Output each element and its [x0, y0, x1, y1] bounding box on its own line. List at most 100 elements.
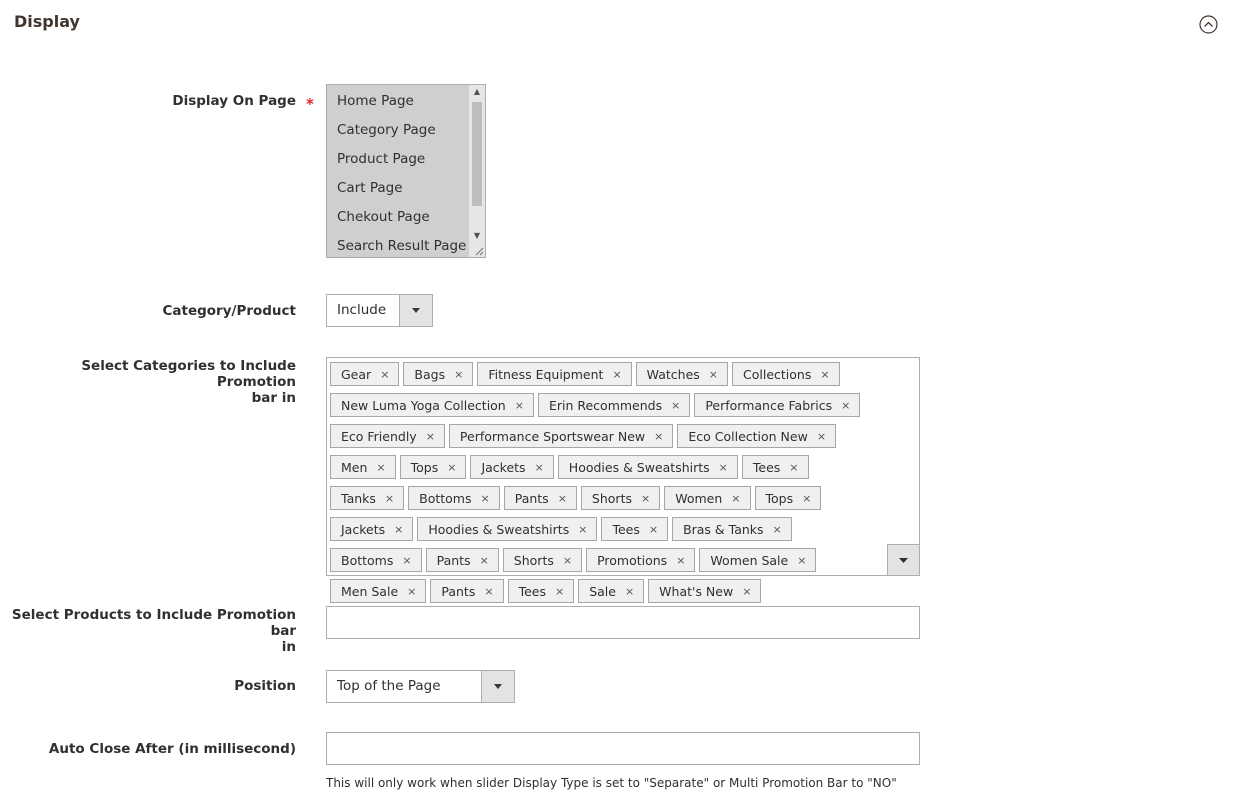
category-tag: Eco Collection New ×: [677, 424, 837, 448]
remove-tag-icon[interactable]: ×: [558, 492, 567, 505]
remove-tag-icon[interactable]: ×: [802, 492, 811, 505]
section-title: Display: [14, 12, 80, 31]
category-tag: Bags ×: [403, 362, 474, 386]
remove-tag-icon[interactable]: ×: [742, 585, 751, 598]
remove-tag-icon[interactable]: ×: [841, 399, 850, 412]
select-products-input[interactable]: [326, 606, 920, 639]
scrollbar-thumb[interactable]: [472, 102, 482, 206]
caret-down-icon: [412, 308, 420, 313]
remove-tag-icon[interactable]: ×: [447, 461, 456, 474]
remove-tag-icon[interactable]: ×: [407, 585, 416, 598]
category-tag: Performance Fabrics ×: [694, 393, 861, 417]
option-home-page[interactable]: Home Page: [337, 92, 414, 110]
remove-tag-icon[interactable]: ×: [454, 368, 463, 381]
category-tag-label: Watches: [646, 366, 700, 382]
remove-tag-icon[interactable]: ×: [515, 399, 524, 412]
remove-tag-icon[interactable]: ×: [817, 430, 826, 443]
remove-tag-icon[interactable]: ×: [385, 492, 394, 505]
category-tag: Tees ×: [601, 517, 669, 541]
remove-tag-icon[interactable]: ×: [480, 554, 489, 567]
remove-tag-icon[interactable]: ×: [481, 492, 490, 505]
categories-tag-select[interactable]: Gear × Bags × Fitness Equipment × Watches × Coll…: [326, 357, 920, 603]
select-categories-label-line2: bar in: [251, 390, 296, 406]
auto-close-note: This will only work when slider Display …: [326, 776, 897, 790]
option-search-result-page[interactable]: Search Result Page: [337, 237, 466, 255]
category-tag-label: Tees: [752, 459, 781, 475]
remove-tag-icon[interactable]: ×: [676, 554, 685, 567]
option-category-page[interactable]: Category Page: [337, 121, 436, 139]
category-tag: Tops ×: [399, 455, 467, 479]
option-checkout-page[interactable]: Chekout Page: [337, 208, 430, 226]
auto-close-input[interactable]: [326, 732, 920, 765]
category-tag: Sale ×: [578, 579, 645, 603]
display-on-page-multiselect[interactable]: Home Page Category Page Product Page Car…: [326, 84, 486, 258]
remove-tag-icon[interactable]: ×: [731, 492, 740, 505]
caret-down-icon: [899, 558, 908, 563]
category-tag: Eco Friendly ×: [330, 424, 445, 448]
remove-tag-icon[interactable]: ×: [535, 461, 544, 474]
remove-tag-icon[interactable]: ×: [578, 523, 587, 536]
remove-tag-icon[interactable]: ×: [376, 461, 385, 474]
option-cart-page[interactable]: Cart Page: [337, 179, 403, 197]
remove-tag-icon[interactable]: ×: [649, 523, 658, 536]
chevron-up-circle-icon: [1199, 15, 1218, 34]
remove-tag-icon[interactable]: ×: [380, 368, 389, 381]
position-value: Top of the Page: [337, 678, 441, 694]
select-products-label-line1: Select Products to Include Promotion bar: [11, 607, 296, 639]
display-section: Display Display On Page * Home Page Cate…: [0, 0, 1237, 807]
category-tag: Tees ×: [741, 455, 809, 479]
remove-tag-icon[interactable]: ×: [394, 523, 403, 536]
remove-tag-icon[interactable]: ×: [641, 492, 650, 505]
category-tag-label: Shorts: [591, 490, 632, 506]
category-tag-label: Women Sale: [710, 552, 789, 568]
remove-tag-icon[interactable]: ×: [671, 399, 680, 412]
category-tag: Bottoms ×: [408, 486, 500, 510]
category-tag-label: Bags: [414, 366, 446, 382]
category-tag-label: Jackets: [341, 521, 386, 537]
remove-tag-icon[interactable]: ×: [625, 585, 634, 598]
category-tag: Women ×: [664, 486, 751, 510]
category-tag-label: Hoodies & Sweatshirts: [428, 521, 570, 537]
category-product-select[interactable]: Include: [326, 294, 433, 327]
scroll-down-arrow-icon[interactable]: ▼: [469, 229, 485, 243]
option-product-page[interactable]: Product Page: [337, 150, 425, 168]
resize-grip-icon[interactable]: [474, 246, 484, 256]
category-tag: Collections ×: [732, 362, 840, 386]
category-tag-label: Hoodies & Sweatshirts: [568, 459, 710, 475]
auto-close-label: Auto Close After (in millisecond): [48, 741, 296, 757]
category-tag: Jackets ×: [470, 455, 554, 479]
remove-tag-icon[interactable]: ×: [402, 554, 411, 567]
position-select[interactable]: Top of the Page: [326, 670, 515, 703]
multiselect-scrollbar[interactable]: ▲ ▼: [469, 85, 485, 257]
category-tag-label: Bottoms: [341, 552, 394, 568]
category-product-value: Include: [337, 302, 387, 318]
category-tag-label: Eco Collection New: [688, 428, 808, 444]
category-tag: Pants ×: [503, 486, 577, 510]
remove-tag-icon[interactable]: ×: [797, 554, 806, 567]
category-tag-label: Tees: [518, 583, 546, 599]
scroll-up-arrow-icon[interactable]: ▲: [469, 85, 485, 99]
remove-tag-icon[interactable]: ×: [555, 585, 564, 598]
categories-dropdown-toggle[interactable]: [887, 544, 919, 575]
remove-tag-icon[interactable]: ×: [654, 430, 663, 443]
category-tag: New Luma Yoga Collection ×: [330, 393, 534, 417]
selected-category-tags: Gear × Bags × Fitness Equipment × Watches × Coll…: [330, 362, 886, 603]
remove-tag-icon[interactable]: ×: [426, 430, 435, 443]
remove-tag-icon[interactable]: ×: [484, 585, 493, 598]
category-tag: Shorts ×: [580, 486, 661, 510]
remove-tag-icon[interactable]: ×: [709, 368, 718, 381]
display-on-page-label: Display On Page: [172, 93, 296, 109]
remove-tag-icon[interactable]: ×: [612, 368, 621, 381]
remove-tag-icon[interactable]: ×: [773, 523, 782, 536]
category-tag: Women Sale ×: [699, 548, 817, 572]
remove-tag-icon[interactable]: ×: [789, 461, 798, 474]
category-tag-label: Men Sale: [341, 583, 399, 599]
remove-tag-icon[interactable]: ×: [820, 368, 829, 381]
remove-tag-icon[interactable]: ×: [563, 554, 572, 567]
category-product-dropdown-arrow[interactable]: [399, 295, 432, 326]
remove-tag-icon[interactable]: ×: [719, 461, 728, 474]
category-tag-label: New Luma Yoga Collection: [341, 397, 506, 413]
position-dropdown-arrow[interactable]: [481, 671, 514, 702]
collapse-section-button[interactable]: [1199, 15, 1218, 34]
category-tag: Bras & Tanks ×: [672, 517, 792, 541]
